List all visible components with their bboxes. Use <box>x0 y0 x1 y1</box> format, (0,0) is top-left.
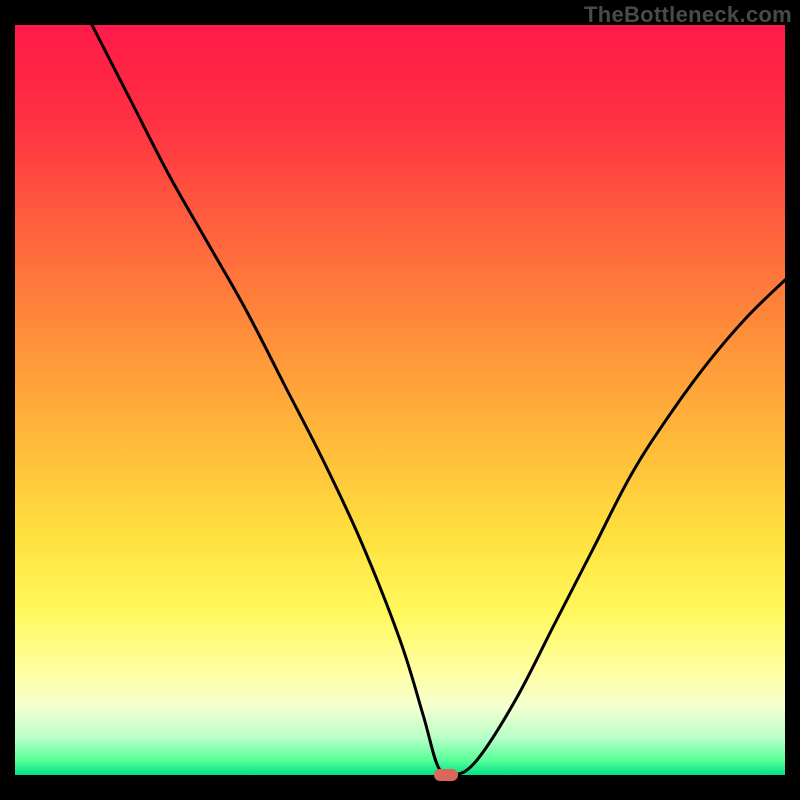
optimal-marker <box>434 769 458 781</box>
plot-area <box>15 25 785 775</box>
chart-container: TheBottleneck.com <box>0 0 800 800</box>
bottleneck-curve <box>15 25 785 775</box>
watermark-text: TheBottleneck.com <box>584 2 792 28</box>
